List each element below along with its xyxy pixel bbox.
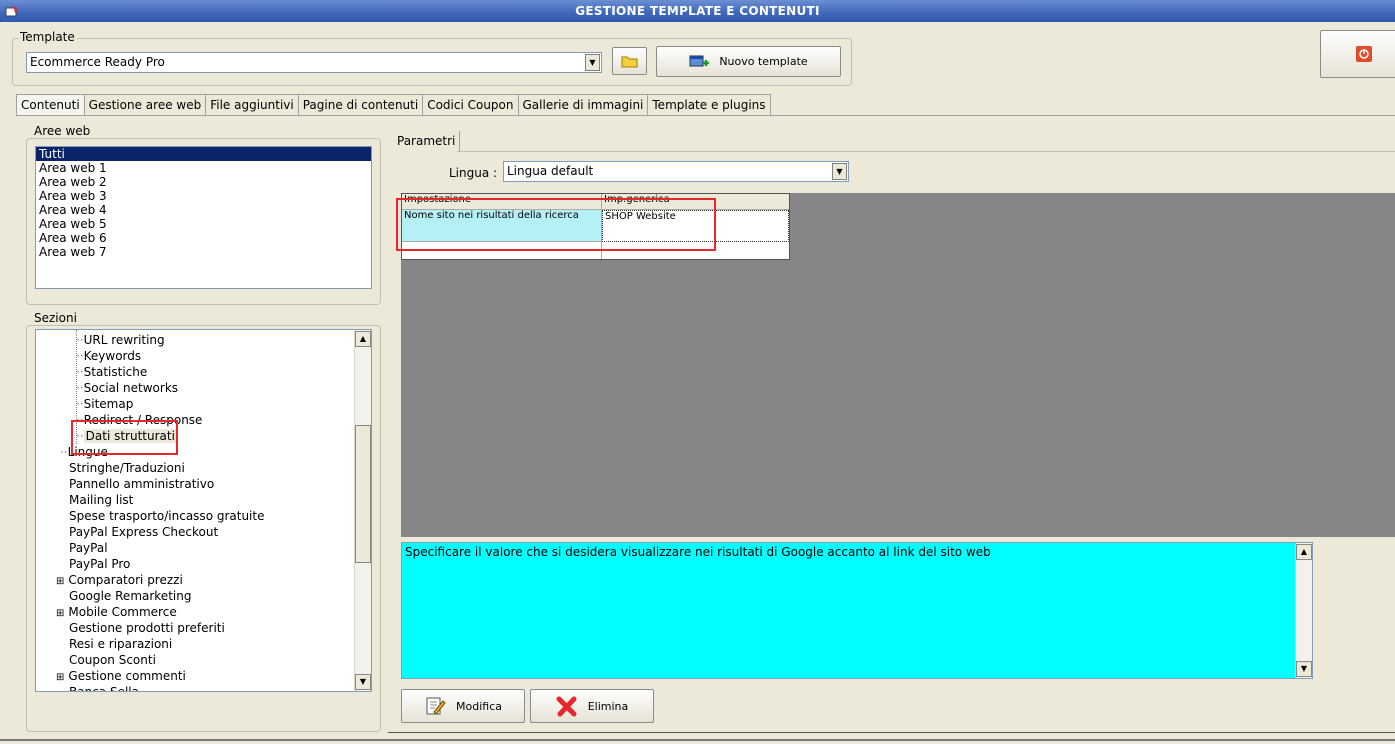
scroll-down-icon[interactable]: ▼	[355, 674, 371, 690]
aree-web-list[interactable]: Tutti Area web 1 Area web 2 Area web 3 A…	[35, 146, 372, 289]
tree-item-pannello[interactable]: Pannello amministrativo	[69, 476, 214, 492]
tabs-divider	[16, 115, 1395, 116]
tree-item-resi[interactable]: Resi e riparazioni	[69, 636, 172, 652]
lingua-select-value: Lingua default	[507, 164, 594, 178]
list-item[interactable]: Area web 1	[36, 161, 371, 175]
main-tabs: Contenuti Gestione aree web File aggiunt…	[16, 94, 771, 115]
new-template-label: Nuovo template	[719, 55, 808, 68]
tree-item-paypal-pro[interactable]: PayPal Pro	[69, 556, 130, 572]
edit-icon	[426, 697, 446, 715]
tree-item-mobile-commerce[interactable]: Mobile Commerce	[68, 605, 176, 619]
highlight-box-sezione	[71, 420, 178, 455]
list-item[interactable]: Area web 2	[36, 175, 371, 189]
add-window-icon	[689, 55, 710, 66]
lingua-label: Lingua :	[449, 166, 498, 180]
modifica-button[interactable]: Modifica	[401, 689, 525, 723]
scroll-up-icon[interactable]: ▲	[1296, 544, 1312, 560]
scroll-up-icon[interactable]: ▲	[355, 331, 371, 347]
app-icon	[5, 5, 18, 17]
tree-item-social-networks[interactable]: Social networks	[84, 381, 178, 395]
tree-item-keywords[interactable]: Keywords	[84, 349, 142, 363]
template-select-value: Ecommerce Ready Pro	[30, 55, 165, 69]
chevron-down-icon[interactable]: ▼	[585, 54, 600, 71]
list-item[interactable]: Area web 6	[36, 231, 371, 245]
sezioni-tree[interactable]: ··URL rewriting ··Keywords ··Statistiche…	[35, 329, 372, 692]
aree-web-label: Aree web	[32, 124, 93, 138]
tree-item-comparatori[interactable]: Comparatori prezzi	[68, 573, 182, 587]
expand-icon[interactable]: ⊞	[56, 608, 64, 619]
tab-gallerie-di-immagini[interactable]: Gallerie di immagini	[518, 94, 649, 115]
elimina-label: Elimina	[587, 699, 629, 713]
tree-item-prodotti-preferiti[interactable]: Gestione prodotti preferiti	[69, 620, 225, 636]
tree-item-mailing-list[interactable]: Mailing list	[69, 492, 133, 508]
scroll-thumb[interactable]	[355, 425, 371, 563]
sezioni-scrollbar[interactable]: ▲ ▼	[354, 330, 371, 691]
lingua-select[interactable]: Lingua default ▼	[503, 161, 849, 182]
list-item[interactable]: Area web 7	[36, 245, 371, 259]
tree-item-url-rewriting[interactable]: URL rewriting	[84, 333, 165, 347]
tree-item-sitemap[interactable]: Sitemap	[84, 397, 134, 411]
sezioni-tree-content: ··URL rewriting ··Keywords ··Statistiche…	[36, 330, 354, 691]
folder-icon	[621, 56, 637, 68]
tree-item-spese-trasporto[interactable]: Spese trasporto/incasso gratuite	[69, 508, 264, 524]
tree-item-gestione-commenti[interactable]: Gestione commenti	[68, 669, 185, 683]
window-title: GESTIONE TEMPLATE E CONTENUTI	[575, 4, 820, 18]
open-folder-button[interactable]	[612, 47, 647, 75]
sezioni-label: Sezioni	[32, 311, 79, 325]
tree-item-stringhe[interactable]: Stringhe/Traduzioni	[69, 460, 185, 476]
power-icon	[1356, 46, 1372, 62]
tree-item-coupon-sconti[interactable]: Coupon Sconti	[69, 652, 156, 668]
description-text: Specificare il valore che si desidera vi…	[405, 545, 991, 559]
parametri-divider	[457, 151, 1395, 152]
delete-x-icon	[556, 696, 577, 717]
list-item[interactable]: Area web 4	[36, 203, 371, 217]
tab-codici-coupon[interactable]: Codici Coupon	[423, 94, 519, 115]
new-template-button[interactable]: Nuovo template	[656, 46, 841, 77]
scroll-down-icon[interactable]: ▼	[1296, 661, 1312, 677]
list-item[interactable]: Area web 5	[36, 217, 371, 231]
exit-button[interactable]	[1320, 30, 1395, 78]
description-scrollbar[interactable]: ▲ ▼	[1295, 543, 1312, 678]
modifica-label: Modifica	[456, 699, 502, 713]
tree-item-google-remarketing[interactable]: Google Remarketing	[69, 588, 191, 604]
tab-contenuti[interactable]: Contenuti	[16, 94, 85, 115]
tab-gestione-aree-web[interactable]: Gestione aree web	[84, 94, 207, 115]
tree-item-paypal[interactable]: PayPal	[69, 540, 108, 556]
list-item[interactable]: Tutti	[36, 147, 371, 161]
expand-icon[interactable]: ⊞	[56, 576, 64, 587]
tab-file-aggiuntivi[interactable]: File aggiuntivi	[206, 94, 299, 115]
bottom-border	[0, 739, 1395, 741]
highlight-box-grid	[396, 198, 716, 251]
tree-item-banca-sella[interactable]: Banca Sella	[69, 684, 139, 691]
list-item[interactable]: Area web 3	[36, 189, 371, 203]
bottom-inner-border	[388, 732, 1395, 733]
chevron-down-icon[interactable]: ▼	[832, 163, 847, 180]
template-group-label: Template	[18, 30, 77, 44]
tab-template-e-plugins[interactable]: Template e plugins	[648, 94, 771, 115]
expand-icon[interactable]: ⊞	[56, 672, 64, 683]
window-title-bar: GESTIONE TEMPLATE E CONTENUTI	[0, 0, 1395, 22]
tree-item-statistiche[interactable]: Statistiche	[84, 365, 148, 379]
description-textarea[interactable]: Specificare il valore che si desidera vi…	[401, 542, 1313, 679]
elimina-button[interactable]: Elimina	[530, 689, 654, 723]
template-select[interactable]: Ecommerce Ready Pro ▼	[26, 52, 602, 73]
tree-item-paypal-express[interactable]: PayPal Express Checkout	[69, 524, 218, 540]
tab-pagine-di-contenuti[interactable]: Pagine di contenuti	[298, 94, 424, 115]
tab-parametri[interactable]: Parametri	[393, 131, 461, 152]
